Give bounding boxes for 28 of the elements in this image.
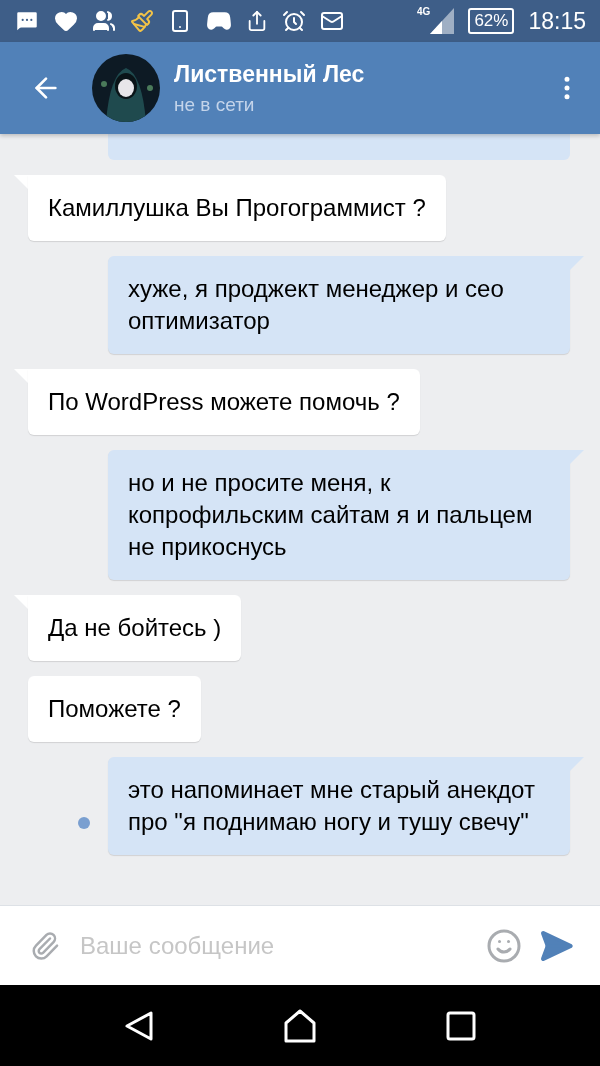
recent-apps-icon[interactable] — [445, 1010, 476, 1041]
back-icon[interactable] — [124, 1009, 155, 1042]
home-icon[interactable] — [283, 1008, 317, 1043]
heart-icon — [54, 9, 78, 33]
battery-level: 62% — [468, 8, 515, 34]
message-bubble: это напоминает мне старый анекдот про "я поднимаю ногу и тушу свечу" — [108, 757, 570, 855]
people-icon — [92, 9, 116, 33]
alarm-icon — [282, 9, 306, 33]
network-label: 4G — [417, 6, 431, 17]
message-bubble: но и не просите меня, к копрофильским сайтам я и пальцем не прикоснусь — [108, 450, 570, 580]
share-icon — [246, 10, 268, 32]
bubble-tail — [570, 757, 584, 771]
bubble-tail — [570, 256, 584, 270]
contact-name: Лиственный Лес — [174, 60, 366, 88]
clock-time: 18:15 — [528, 7, 586, 35]
message-bubble: Камиллушка Вы Прогограммист ? — [28, 175, 446, 241]
contact-status: не в сети — [174, 93, 256, 116]
brush-icon — [130, 9, 154, 33]
attach-button[interactable] — [30, 930, 60, 961]
message-bubble: Поможете ? — [28, 676, 201, 742]
message-field[interactable]: Ваше сообщение — [76, 925, 470, 966]
mail-icon — [320, 9, 344, 33]
message-bubble: хуже, я проджект менеджер и сео оптимизатор — [108, 256, 570, 354]
emoji-button[interactable] — [486, 927, 522, 964]
signal-icon — [430, 8, 455, 34]
bubble-tail — [570, 450, 584, 464]
message-bubble: По WordPress можете помочь ? — [28, 369, 420, 435]
message-bubble: Да не бойтесь ) — [28, 595, 242, 661]
